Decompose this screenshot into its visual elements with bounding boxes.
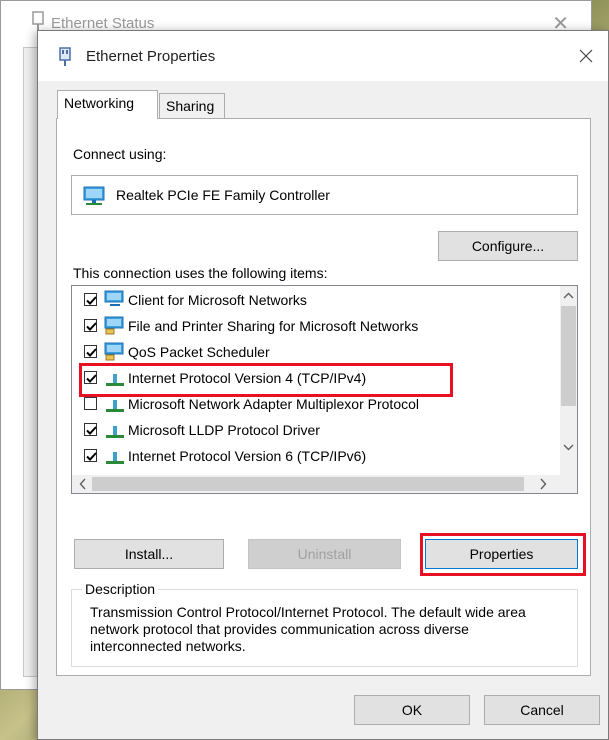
connection-items-list[interactable]: Client for Microsoft Networks File and P… <box>71 285 578 494</box>
cancel-button[interactable]: Cancel <box>484 695 600 725</box>
item-checkbox[interactable] <box>84 345 97 358</box>
list-item-ipv6[interactable]: Internet Protocol Version 6 (TCP/IPv6) <box>72 444 547 470</box>
protocol-icon <box>106 426 124 438</box>
list-item-ipv4[interactable]: Internet Protocol Version 4 (TCP/IPv4) <box>72 366 547 392</box>
scroll-right-icon[interactable] <box>534 475 552 493</box>
tab-networking[interactable]: Networking <box>57 90 158 119</box>
close-icon <box>579 49 593 63</box>
item-label: Internet Protocol Version 6 (TCP/IPv6) <box>128 448 367 464</box>
item-checkbox[interactable] <box>84 371 97 384</box>
close-button[interactable] <box>564 31 608 81</box>
network-adapter-icon <box>59 47 71 66</box>
item-label: Internet Protocol Version 4 (TCP/IPv4) <box>128 370 367 386</box>
network-service-icon <box>104 316 124 335</box>
vertical-scrollbar[interactable] <box>560 286 577 476</box>
item-label: QoS Packet Scheduler <box>128 344 270 360</box>
network-adapter-icon <box>32 11 44 30</box>
network-service-icon <box>104 342 124 361</box>
vertical-scroll-thumb[interactable] <box>561 306 576 406</box>
scroll-down-icon[interactable] <box>560 438 577 455</box>
adapter-field: Realtek PCIe FE Family Controller <box>71 175 578 215</box>
list-item-lldp-protocol-driver[interactable]: Microsoft LLDP Protocol Driver <box>72 418 547 444</box>
protocol-icon <box>106 374 124 386</box>
list-item-qos-packet-scheduler[interactable]: QoS Packet Scheduler <box>72 340 547 366</box>
scroll-left-icon[interactable] <box>74 475 92 493</box>
list-item-file-and-printer-sharing[interactable]: File and Printer Sharing for Microsoft N… <box>72 314 547 340</box>
list-item-multiplexor-protocol[interactable]: Microsoft Network Adapter Multiplexor Pr… <box>72 392 547 418</box>
scroll-up-icon[interactable] <box>560 288 577 305</box>
network-adapter-icon <box>83 186 105 205</box>
uninstall-button[interactable]: Uninstall <box>248 539 401 569</box>
description-group: Description Transmission Control Protoco… <box>71 581 578 667</box>
ethernet-properties-dialog: Ethernet Properties Networking Sharing C… <box>37 30 609 740</box>
description-title: Description <box>82 581 159 597</box>
protocol-icon <box>106 400 124 412</box>
connect-using-label: Connect using: <box>73 146 167 162</box>
tab-sharing[interactable]: Sharing <box>159 93 225 120</box>
horizontal-scrollbar[interactable] <box>72 475 577 493</box>
list-item-client-for-microsoft-networks[interactable]: Client for Microsoft Networks <box>72 288 547 314</box>
dialog-title: Ethernet Properties <box>86 48 216 65</box>
network-client-icon <box>104 290 124 306</box>
install-button[interactable]: Install... <box>74 539 224 569</box>
dialog-titlebar: Ethernet Properties <box>38 31 608 81</box>
items-list-label: This connection uses the following items… <box>73 265 328 281</box>
ok-button[interactable]: OK <box>354 695 470 725</box>
configure-button[interactable]: Configure... <box>438 231 578 261</box>
networking-tab-panel: Connect using: Realtek PCIe FE Family Co… <box>56 118 591 676</box>
item-checkbox[interactable] <box>84 397 97 410</box>
item-label: Microsoft Network Adapter Multiplexor Pr… <box>128 396 419 412</box>
description-text: Transmission Control Protocol/Internet P… <box>90 604 526 654</box>
horizontal-scroll-thumb[interactable] <box>92 477 524 491</box>
item-label: Client for Microsoft Networks <box>128 292 307 308</box>
item-label: File and Printer Sharing for Microsoft N… <box>128 318 419 334</box>
item-checkbox[interactable] <box>84 319 97 332</box>
properties-button[interactable]: Properties <box>425 539 578 569</box>
protocol-icon <box>106 452 124 464</box>
item-checkbox[interactable] <box>84 293 97 306</box>
item-checkbox[interactable] <box>84 449 97 462</box>
item-label: Microsoft LLDP Protocol Driver <box>128 422 320 438</box>
adapter-name: Realtek PCIe FE Family Controller <box>116 187 330 203</box>
item-checkbox[interactable] <box>84 423 97 436</box>
